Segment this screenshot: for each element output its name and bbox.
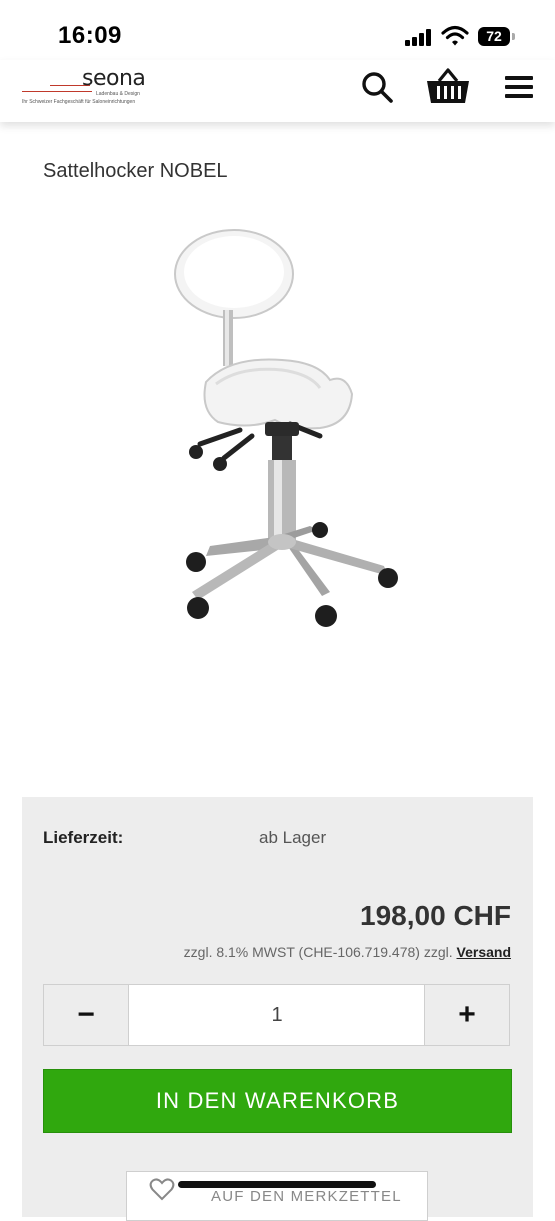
seona-logo[interactable]: seona Ladenbau & Design Ihr Schweizer Fa… [20,64,150,108]
site-header: seona Ladenbau & Design Ihr Schweizer Fa… [0,60,555,122]
buy-box: Lieferzeit: ab Lager 198,00 CHF zzgl. 8.… [22,797,533,1221]
quantity-decrease-button[interactable]: − [44,985,129,1045]
tax-note: zzgl. 8.1% MWST (CHE-106.719.478) zzgl. … [184,944,511,960]
search-icon[interactable] [360,70,394,104]
quantity-stepper: − + [43,984,510,1046]
wishlist-label: AUF DEN MERKZETTEL [211,1188,402,1205]
delivery-label: Lieferzeit: [43,828,124,847]
add-to-cart-button[interactable]: IN DEN WARENKORB [43,1069,512,1133]
battery-icon: 72 [478,27,510,46]
wifi-icon [441,25,469,46]
home-indicator [178,1181,376,1188]
status-time: 16:09 [58,22,122,49]
status-bar: 16:09 72 [0,0,555,60]
signal-icon [405,28,435,46]
quantity-input[interactable] [129,985,425,1045]
product-title: Sattelhocker NOBEL [43,160,228,182]
add-to-wishlist-button[interactable]: AUF DEN MERKZETTEL [126,1171,428,1221]
logo-tagline: Ihr Schweizer Fachgeschäft für Saloneinr… [22,99,136,105]
shipping-link[interactable]: Versand [457,944,511,960]
menu-icon[interactable] [505,76,533,102]
delivery-value: ab Lager [259,828,327,847]
battery-tip [512,33,515,40]
logo-accent-line [22,91,92,92]
logo-subline: Ladenbau & Design [96,91,140,97]
saddle-stool-image [174,229,398,627]
product-price: 198,00 CHF [360,900,511,931]
basket-icon[interactable] [425,66,471,106]
heart-icon [149,1178,175,1201]
quantity-increase-button[interactable]: + [424,985,509,1045]
tax-note-text: zzgl. 8.1% MWST (CHE-106.719.478) zzgl. [183,944,453,960]
logo-wordmark: seona [82,66,146,91]
